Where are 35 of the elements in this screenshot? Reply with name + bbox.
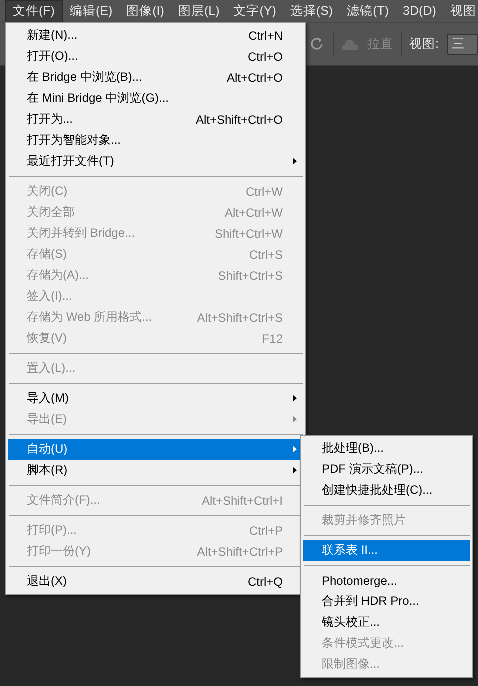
menu-bar-item[interactable]: 文件(F) [5,0,63,22]
menu-item[interactable]: 在 Bridge 中浏览(B)... Alt+Ctrl+O [8,67,303,88]
menu-item[interactable]: 脚本(R) [8,460,303,481]
menu-item[interactable]: 导入(M) [8,388,303,409]
menu-item[interactable]: 批处理(B)... [303,438,470,459]
menu-bar-item[interactable]: 滤镜(T) [340,0,396,22]
menu-item[interactable]: 合并到 HDR Pro... [303,591,470,612]
menu-item[interactable]: 打开为智能对象... [8,130,303,151]
submenu-arrow-icon [293,158,297,165]
menu-item[interactable]: 联系表 II... [303,540,470,561]
menu-bar-item[interactable]: 视图 [443,0,478,22]
menu-bar-item[interactable]: 图像(I) [120,0,172,22]
view-label: 视图: [410,36,439,52]
menu-bar-item[interactable]: 编辑(E) [62,0,120,22]
menu-item[interactable]: Photomerge... [303,570,470,591]
menu-item[interactable]: 创建快捷批处理(C)... [303,480,470,501]
submenu-arrow-icon [293,467,297,474]
menu-bar-item[interactable]: 选择(S) [283,0,340,22]
menu-item[interactable]: 镜头校正... [303,612,470,633]
menu-item[interactable]: 打开为... Alt+Shift+Ctrl+O [8,109,303,130]
menu-item[interactable]: 在 Mini Bridge 中浏览(G)... [8,88,303,109]
menu-item[interactable]: PDF 演示文稿(P)... [303,459,470,480]
menu-item[interactable]: 新建(N)... Ctrl+N [8,25,303,46]
menu-item[interactable]: 自动(U) [8,439,303,460]
submenu-arrow-icon [293,416,297,423]
submenu-arrow-icon [293,446,297,453]
menu-bar-item[interactable]: 图层(L) [171,0,227,22]
menu-bar-item[interactable]: 文字(Y) [226,0,284,22]
menu-item[interactable]: 最近打开文件(T) [8,151,303,172]
rotate-icon[interactable] [309,36,326,52]
menu-bar-item[interactable]: 3D(D) [396,0,444,22]
menu-item[interactable]: 打开(O)... Ctrl+O [8,46,303,67]
view-dropdown[interactable]: 三 [446,34,478,54]
submenu-arrow-icon [293,395,297,402]
menu-item[interactable]: 退出(X) Ctrl+Q [8,571,303,592]
